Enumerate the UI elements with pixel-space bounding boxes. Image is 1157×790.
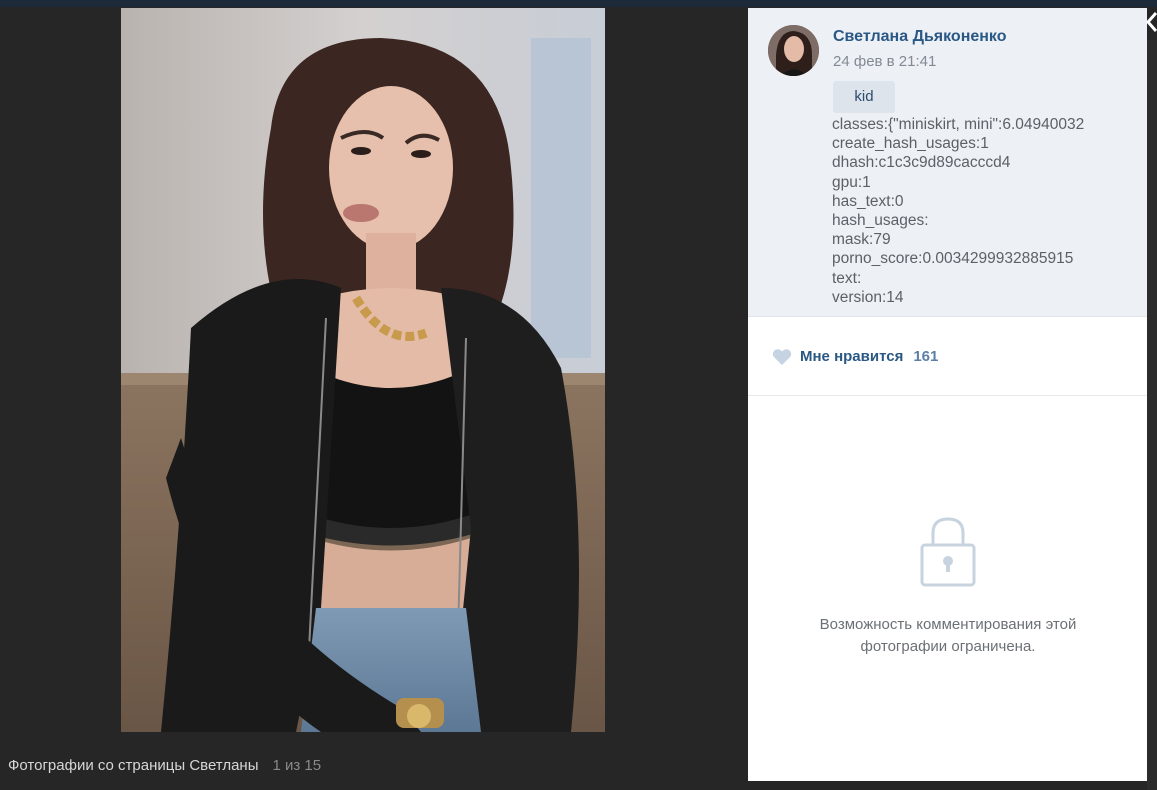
heart-icon [772, 348, 792, 365]
photo-viewer: Фотографии со страницы Светланы 1 из 15 … [0, 0, 1157, 790]
meta-line: porno_score:0.0034299932885915 [832, 250, 1074, 268]
meta-line: has_text:0 [832, 192, 904, 210]
info-panel: Светлана Дьяконенко 24 фев в 21:41 kid c… [748, 8, 1147, 781]
author-name[interactable]: Светлана Дьяконенко [833, 28, 1007, 46]
meta-line: classes:{"miniskirt, mini":6.04940032 [832, 116, 1085, 133]
like-count: 161 [913, 348, 939, 365]
photo-image [121, 8, 605, 732]
top-bar [0, 0, 1157, 7]
meta-line: text: [832, 269, 862, 287]
meta-line: gpu:1 [832, 173, 871, 191]
tag-badge[interactable]: kid [833, 81, 895, 113]
avatar-image [768, 25, 819, 76]
photo[interactable] [121, 8, 605, 732]
meta-line: version:14 [832, 288, 904, 306]
like-label: Мне нравится [800, 348, 904, 365]
like-button[interactable]: Мне нравится 161 [748, 318, 1147, 396]
meta-line: create_hash_usages:1 [832, 135, 989, 153]
chevron-left-icon[interactable] [1145, 10, 1157, 34]
photo-caption: Фотографии со страницы Светланы 1 из 15 [8, 754, 321, 776]
avatar[interactable] [768, 25, 819, 76]
meta-line: dhash:c1c3c9d89cacccd4 [832, 154, 1011, 172]
post-date[interactable]: 24 фев в 21:41 [833, 53, 936, 70]
photo-metadata: classes:{"miniskirt, mini":6.04940032 cr… [832, 115, 1142, 307]
lock-icon [920, 517, 975, 587]
photo-counter: 1 из 15 [272, 756, 322, 774]
background-page-edge [1147, 40, 1157, 790]
album-title[interactable]: Фотографии со страницы Светланы [8, 757, 259, 774]
meta-line: mask:79 [832, 231, 891, 249]
post-header: Светлана Дьяконенко 24 фев в 21:41 kid c… [748, 8, 1147, 317]
comments-restricted-text: Возможность комментирования этой фотогра… [819, 616, 1077, 655]
comments-locked [748, 513, 1147, 594]
meta-line: hash_usages: [832, 212, 929, 230]
